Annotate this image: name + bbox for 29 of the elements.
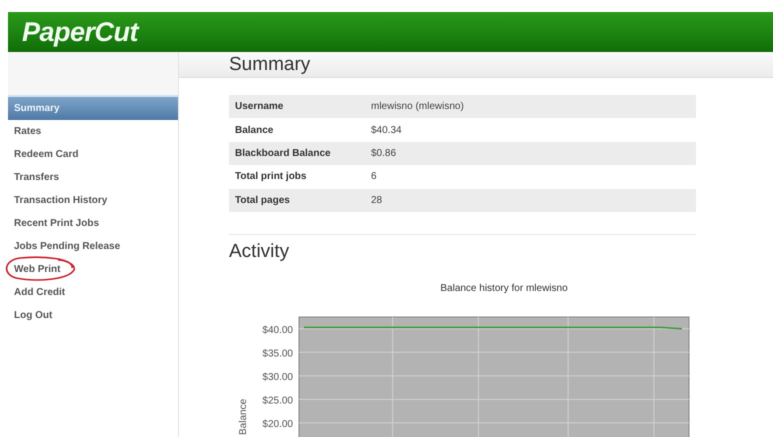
table-cell-text: Blackboard Balance — [234, 148, 332, 160]
papercut-logo: PaperCut — [22, 16, 138, 48]
table-cell-text: $0.86 — [370, 148, 398, 160]
page-title: Summary — [229, 54, 310, 76]
section-heading: Activity — [229, 241, 290, 263]
sidebar-item[interactable]: Add Credit — [8, 281, 178, 304]
sidebar-item[interactable]: Transfers — [8, 166, 178, 189]
sidebar-item[interactable]: Recent Print Jobs — [8, 212, 178, 235]
sidebar-item[interactable]: Redeem Card — [8, 143, 178, 166]
table-cell-text: Username — [234, 101, 284, 112]
table-cell-text: $40.34 — [370, 124, 403, 136]
table-cell-text: Balance — [234, 124, 274, 136]
table-cell-text: 6 — [370, 171, 378, 182]
table-cell-text: Total print jobs — [234, 171, 308, 182]
table-cell-text: mlewisno (mlewisno) — [370, 101, 465, 112]
y-tick-label: $20.00 — [262, 418, 293, 430]
chart-title: Balance history for mlewisno — [440, 283, 568, 294]
y-tick-label: $35.00 — [262, 348, 293, 360]
sidebar-item[interactable]: Jobs Pending Release — [8, 235, 178, 258]
sidebar-item[interactable]: Web Print — [8, 258, 178, 281]
table-cell-text: 28 — [370, 194, 384, 206]
sidebar-item[interactable]: Transaction History — [8, 189, 178, 212]
y-axis-label: Balance — [238, 398, 249, 435]
y-tick-label: $40.00 — [262, 324, 293, 336]
table-cell-text: Total pages — [234, 194, 291, 206]
sidebar-item[interactable]: Rates — [8, 120, 178, 143]
y-tick-label: $25.00 — [262, 395, 293, 406]
y-tick-label: $30.00 — [262, 372, 293, 383]
sidebar-item[interactable]: Log Out — [8, 304, 178, 327]
